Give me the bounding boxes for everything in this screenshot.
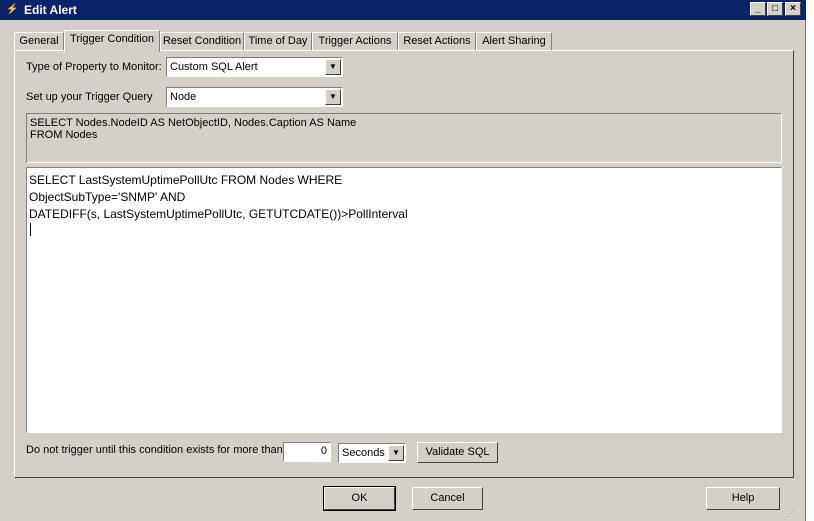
- custom-sql-text: SELECT LastSystemUptimePollUtc FROM Node…: [29, 173, 408, 221]
- property-type-select[interactable]: Custom SQL Alert ▼: [166, 57, 343, 77]
- help-button[interactable]: Help: [706, 487, 780, 510]
- base-query-display: SELECT Nodes.NodeID AS NetObjectID, Node…: [26, 113, 782, 163]
- cancel-button[interactable]: Cancel: [412, 487, 483, 510]
- tab-alert-sharing[interactable]: Alert Sharing: [476, 32, 552, 51]
- chevron-down-icon[interactable]: ▼: [325, 89, 341, 105]
- edit-alert-window: ⚡ Edit Alert _ □ × General Trigger Condi…: [0, 0, 806, 521]
- trigger-query-value: Node: [170, 91, 197, 103]
- delay-unit-value: Seconds: [342, 447, 385, 459]
- window-title: Edit Alert: [24, 3, 77, 17]
- custom-sql-editor[interactable]: SELECT LastSystemUptimePollUtc FROM Node…: [26, 167, 782, 433]
- ok-button[interactable]: OK: [323, 486, 396, 511]
- property-type-value: Custom SQL Alert: [170, 61, 258, 73]
- tab-reset-actions[interactable]: Reset Actions: [398, 32, 476, 51]
- chevron-down-icon[interactable]: ▼: [388, 445, 404, 461]
- app-icon: ⚡: [6, 4, 19, 15]
- delay-label: Do not trigger until this condition exis…: [26, 444, 283, 456]
- delay-unit-select[interactable]: Seconds ▼: [338, 443, 406, 463]
- chevron-down-icon[interactable]: ▼: [325, 59, 341, 75]
- trigger-query-label: Set up your Trigger Query: [26, 91, 153, 103]
- close-button[interactable]: ×: [785, 2, 801, 16]
- base-query-text: SELECT Nodes.NodeID AS NetObjectID, Node…: [30, 117, 357, 141]
- trigger-query-select[interactable]: Node ▼: [166, 87, 343, 107]
- minimize-button[interactable]: _: [750, 2, 766, 16]
- validate-sql-button[interactable]: Validate SQL: [417, 442, 498, 463]
- tab-time-of-day[interactable]: Time of Day: [244, 32, 312, 51]
- property-type-label: Type of Property to Monitor:: [26, 61, 162, 73]
- tab-reset-condition[interactable]: Reset Condition: [160, 32, 244, 51]
- maximize-button[interactable]: □: [767, 2, 783, 16]
- text-caret: [30, 223, 31, 236]
- tab-general[interactable]: General: [14, 32, 64, 51]
- tab-trigger-condition[interactable]: Trigger Condition: [64, 30, 160, 52]
- tab-trigger-actions[interactable]: Trigger Actions: [312, 32, 398, 51]
- delay-value-input[interactable]: 0: [283, 442, 331, 462]
- resize-grip-icon[interactable]: ⋰: [786, 508, 795, 519]
- title-bar[interactable]: ⚡ Edit Alert _ □ ×: [0, 0, 806, 20]
